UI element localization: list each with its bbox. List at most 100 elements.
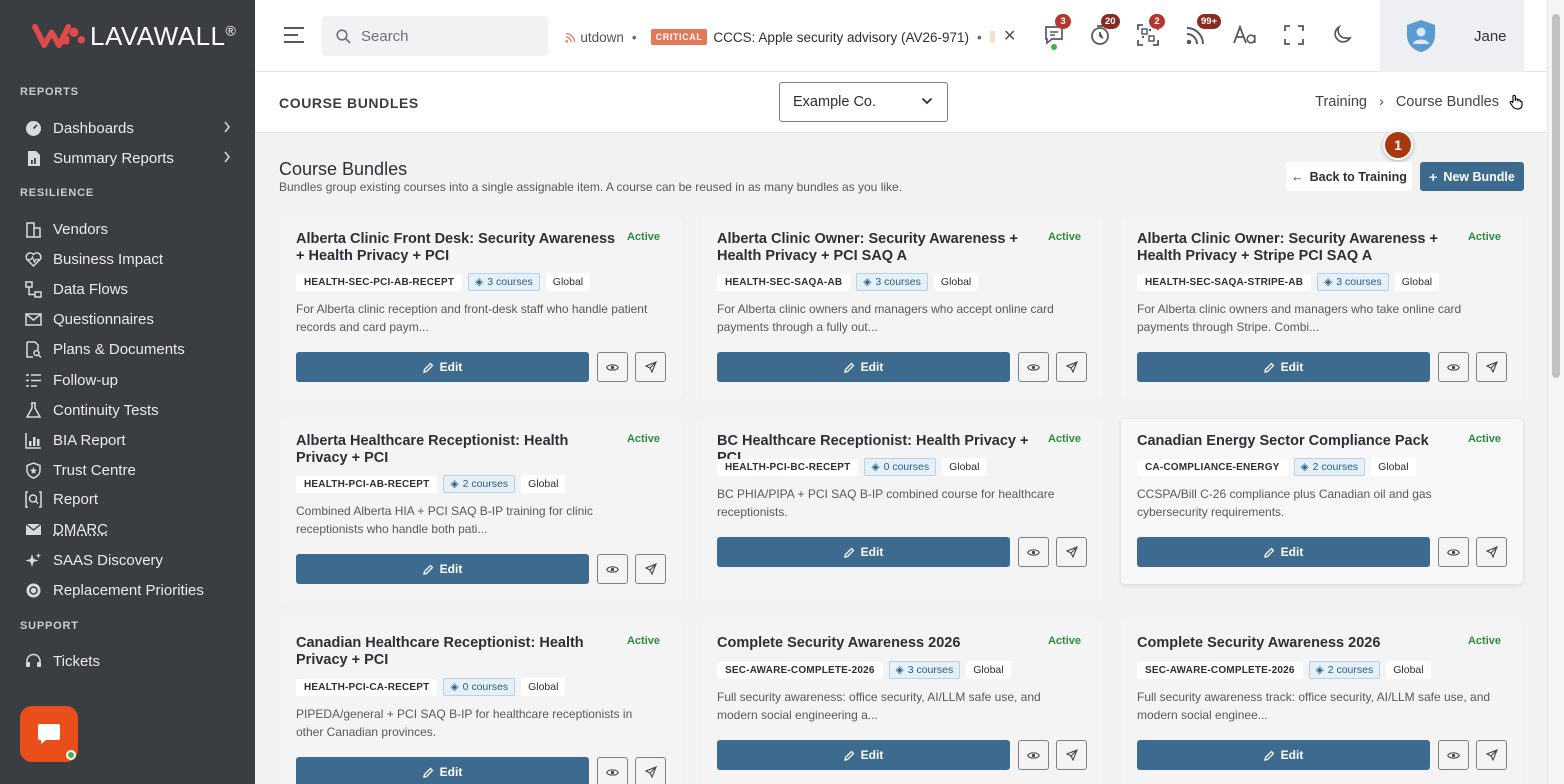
sidebar-item-saas-discovery[interactable]: SAAS Discovery: [0, 546, 255, 574]
page-scrollbar[interactable]: [1547, 0, 1564, 784]
ticker-text[interactable]: CCCS: Apple security advisory (AV26-971): [713, 30, 969, 45]
user-menu[interactable]: Jane: [1380, 0, 1524, 72]
timer-badge: 20: [1101, 14, 1120, 29]
online-dot: [1051, 44, 1057, 50]
status-badge: Active: [626, 231, 660, 243]
edit-button[interactable]: Edit: [717, 537, 1010, 567]
courses-count: ◈ 3 courses: [1317, 273, 1389, 291]
close-ticker-icon[interactable]: ✕: [1003, 26, 1016, 46]
sidebar-item-tickets[interactable]: Tickets: [0, 647, 255, 675]
dark-mode-button[interactable]: [1329, 22, 1355, 48]
bundle-card: Complete Security Awareness 2026 Active …: [701, 621, 1103, 784]
bundle-meta: HEALTH-SEC-SAQA-AB ◈ 3 courses Global: [717, 273, 979, 291]
preview-button[interactable]: [1018, 352, 1049, 382]
new-bundle-button[interactable]: + New Bundle: [1420, 162, 1524, 191]
edit-button[interactable]: Edit: [717, 740, 1010, 770]
logo[interactable]: LAVAWALL®: [0, 0, 255, 72]
bundle-code: SEC-AWARE-COMPLETE-2026: [1137, 661, 1303, 679]
sidebar-item-follow-up[interactable]: Follow-up: [0, 366, 255, 394]
preview-button[interactable]: [1438, 352, 1469, 382]
preview-button[interactable]: [1438, 537, 1469, 567]
send-button[interactable]: [1056, 537, 1087, 567]
bundle-title: Alberta Clinic Owner: Security Awareness…: [1137, 231, 1438, 264]
search-box[interactable]: [322, 16, 548, 56]
preview-button[interactable]: [1018, 537, 1049, 567]
sidebar-item-plans-documents[interactable]: Plans & Documents: [0, 335, 255, 363]
send-button[interactable]: [635, 757, 666, 784]
send-button[interactable]: [635, 352, 666, 382]
edit-button[interactable]: Edit: [1137, 352, 1430, 382]
qr-button[interactable]: 2: [1135, 14, 1165, 48]
bundle-meta: HEALTH-PCI-CA-RECEPT ◈ 0 courses Global: [296, 678, 566, 696]
edit-button[interactable]: Edit: [296, 352, 589, 382]
edit-button[interactable]: Edit: [296, 554, 589, 584]
bundle-card: Canadian Energy Sector Compliance Pack A…: [1121, 419, 1523, 584]
send-button[interactable]: [1476, 352, 1507, 382]
back-to-training-button[interactable]: ← Back to Training: [1286, 162, 1412, 191]
bundle-title: Alberta Clinic Owner: Security Awareness…: [717, 231, 1018, 264]
sidebar-item-report[interactable]: Report: [0, 485, 255, 513]
timer-button[interactable]: 20: [1087, 14, 1120, 48]
scrollbar-thumb[interactable]: [1552, 14, 1560, 378]
messages-button[interactable]: 3: [1041, 14, 1071, 50]
bundle-code: CA-COMPLIANCE-ENERGY: [1137, 458, 1288, 476]
preview-button[interactable]: [1438, 740, 1469, 770]
sidebar-item-data-flows[interactable]: Data Flows: [0, 275, 255, 303]
text-size-icon: [1233, 25, 1256, 44]
send-button[interactable]: [1056, 352, 1087, 382]
sidebar-item-dashboards[interactable]: Dashboards: [0, 114, 255, 142]
feeds-button[interactable]: 99+: [1183, 14, 1222, 48]
edit-button[interactable]: Edit: [717, 352, 1010, 382]
sidebar-item-continuity-tests[interactable]: Continuity Tests: [0, 396, 255, 424]
sidebar-item-label: Summary Reports: [53, 149, 174, 167]
bundle-description: Full security awareness track: office se…: [1137, 690, 1491, 722]
sidebar-item-bia-report[interactable]: BIA Report: [0, 426, 255, 454]
font-size-button[interactable]: [1232, 22, 1258, 48]
gauge-icon: [25, 120, 42, 137]
search-input[interactable]: [361, 27, 531, 45]
pencil-icon: [843, 750, 855, 761]
sidebar-item-business-impact[interactable]: Business Impact: [0, 245, 255, 273]
send-button[interactable]: [1476, 740, 1507, 770]
preview-button[interactable]: [1018, 740, 1049, 770]
sidebar-item-label: Trust Centre: [53, 461, 136, 479]
status-badge: Active: [1047, 433, 1081, 445]
sidebar-item-vendors[interactable]: Vendors: [0, 215, 255, 243]
send-button[interactable]: [1476, 537, 1507, 567]
bundle-description: PIPEDA/general + PCI SAQ B-IP for health…: [296, 707, 633, 739]
preview-button[interactable]: [597, 352, 628, 382]
news-ticker[interactable]: utdown • CRITICAL CCCS: Apple security a…: [565, 24, 995, 50]
scope-badge: Global: [1394, 273, 1440, 291]
layers-icon: ◈: [1315, 664, 1324, 676]
fullscreen-button[interactable]: [1281, 22, 1307, 48]
bundle-description: For Alberta clinic owners and managers w…: [717, 302, 1054, 334]
send-button[interactable]: [1056, 740, 1087, 770]
sidebar-item-dmarc[interactable]: DMARC: [0, 515, 255, 543]
fullscreen-icon: [1284, 25, 1304, 45]
layers-icon: ◈: [475, 276, 484, 288]
sparkle-icon: [25, 552, 42, 569]
sidebar-item-replacement-priorities[interactable]: Replacement Priorities: [0, 576, 255, 604]
edit-button[interactable]: Edit: [1137, 740, 1430, 770]
bundle-code: HEALTH-SEC-SAQA-STRIPE-AB: [1137, 273, 1312, 291]
send-button[interactable]: [635, 554, 666, 584]
send-icon: [1485, 546, 1498, 558]
eye-icon: [606, 363, 619, 371]
sidebar-item-label: Follow-up: [53, 371, 119, 389]
chat-button[interactable]: [20, 706, 78, 762]
breadcrumb-link-training[interactable]: Training: [1315, 94, 1367, 110]
eye-icon: [1027, 548, 1040, 556]
sidebar-item-trust-centre[interactable]: Trust Centre: [0, 456, 255, 484]
sidebar-item-questionnaires[interactable]: Questionnaires: [0, 305, 255, 333]
company-select[interactable]: Example Co.: [779, 82, 948, 122]
preview-button[interactable]: [597, 757, 628, 784]
bundle-code: SEC-AWARE-COMPLETE-2026: [717, 661, 883, 679]
edit-button[interactable]: Edit: [1137, 537, 1430, 567]
edit-button[interactable]: Edit: [296, 757, 589, 784]
messages-badge: 3: [1055, 14, 1071, 29]
page-header: COURSE BUNDLES Example Co. Training › Co…: [255, 72, 1547, 133]
sidebar-item-summary-reports[interactable]: Summary Reports: [0, 144, 255, 172]
preview-button[interactable]: [597, 554, 628, 584]
courses-count: ◈ 3 courses: [468, 273, 540, 291]
menu-icon[interactable]: [283, 26, 305, 44]
